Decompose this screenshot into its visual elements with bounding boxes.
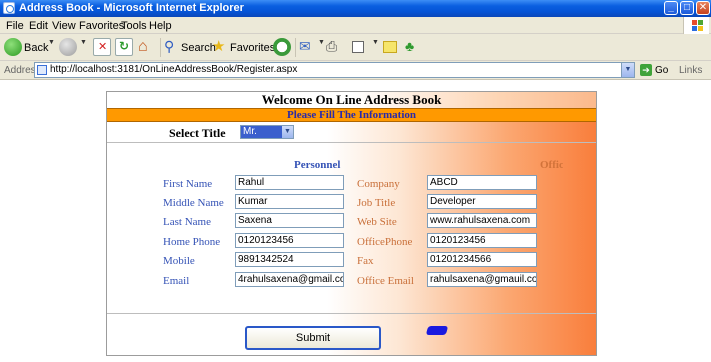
middle-name-field[interactable]: Kumar <box>235 194 344 209</box>
address-url: http://localhost:3181/OnLineAddressBook/… <box>50 64 298 75</box>
page-icon <box>37 65 47 75</box>
email-field[interactable]: 4rahulsaxena@gmail.com <box>235 272 344 287</box>
job-title-field[interactable]: Developer <box>427 194 537 209</box>
edit-button[interactable] <box>350 38 368 58</box>
fax-label: Fax <box>357 255 374 267</box>
first-name-label: First Name <box>163 178 213 190</box>
form-heading: Welcome On Line Address Book <box>107 92 596 108</box>
toolbar: Back ▼ ▼ ✕ ↻ ⌂ ⚲ Search ★ Favorites ✉ ▼ … <box>0 34 711 61</box>
links-button[interactable]: Links <box>679 65 702 76</box>
refresh-arrows-icon: ↻ <box>119 39 130 53</box>
mail-button[interactable]: ✉ <box>299 38 317 58</box>
favorites-label: Favorites <box>230 42 276 54</box>
divider <box>107 313 596 314</box>
toolbar-separator <box>295 38 296 57</box>
search-icon: ⚲ <box>164 38 175 54</box>
submit-button[interactable]: Submit <box>245 326 381 350</box>
menu-favorites[interactable]: Favorites <box>79 20 124 32</box>
toolbar-separator <box>160 38 161 57</box>
edit-page-icon <box>352 41 364 53</box>
back-arrow-icon <box>4 38 22 56</box>
last-name-label: Last Name <box>163 216 211 228</box>
chevron-down-icon[interactable]: ▼ <box>282 126 293 138</box>
menu-file[interactable]: File <box>6 20 24 32</box>
title-bar: Address Book - Microsoft Internet Explor… <box>0 0 711 17</box>
office-phone-field[interactable]: 0120123456 <box>427 233 537 248</box>
fax-field[interactable]: 01201234566 <box>427 252 537 267</box>
stop-x-icon: ✕ <box>98 41 108 53</box>
address-bar: Address http://localhost:3181/OnLineAddr… <box>0 61 711 80</box>
go-arrow-icon[interactable]: ➔ <box>640 64 652 76</box>
office-email-label: Office Email <box>357 275 414 287</box>
close-button[interactable]: ✕ <box>696 1 710 15</box>
favorites-button[interactable]: ★ Favorites <box>212 38 275 58</box>
home-phone-label: Home Phone <box>163 236 221 248</box>
history-icon <box>273 38 291 56</box>
address-input[interactable]: http://localhost:3181/OnLineAddressBook/… <box>34 62 635 78</box>
back-dropdown-icon[interactable]: ▼ <box>48 39 55 46</box>
personnel-heading: Personnel <box>294 159 341 171</box>
print-button[interactable]: ⎙ <box>326 38 344 58</box>
last-name-field[interactable]: Saxena <box>235 213 344 228</box>
title-select-value: Mr. <box>243 126 257 137</box>
forward-arrow-icon <box>59 38 77 56</box>
menu-help[interactable]: Help <box>149 20 172 32</box>
email-label: Email <box>163 275 190 287</box>
title-select[interactable]: Mr. ▼ <box>240 125 294 139</box>
office-email-field[interactable]: rahulsaxena@gmauil.com <box>427 272 537 287</box>
window-title: Address Book - Microsoft Internet Explor… <box>19 2 244 14</box>
search-label: Search <box>181 42 216 54</box>
form-subheading: Please Fill The Information <box>107 108 596 122</box>
blue-mark-icon <box>425 326 449 335</box>
title-row: Select Title Mr. ▼ <box>107 123 596 141</box>
home-phone-field[interactable]: 0120123456 <box>235 233 344 248</box>
stop-button[interactable]: ✕ <box>93 38 111 58</box>
refresh-button[interactable]: ↻ <box>115 38 133 58</box>
menu-tools[interactable]: Tools <box>121 20 147 32</box>
company-field[interactable]: ABCD <box>427 175 537 190</box>
web-site-field[interactable]: www.rahulsaxena.com <box>427 213 537 228</box>
favorites-star-icon: ★ <box>212 38 226 55</box>
windows-logo-icon <box>683 17 709 34</box>
first-name-field[interactable]: Rahul <box>235 175 344 190</box>
messenger-button[interactable]: ♣ <box>404 38 422 58</box>
job-title-label: Job Title <box>357 197 396 209</box>
minimize-button[interactable]: _ <box>664 1 678 15</box>
go-button[interactable]: Go <box>655 65 668 76</box>
office-phone-label: OfficePhone <box>357 236 413 248</box>
messenger-icon: ♣ <box>405 38 415 54</box>
mobile-label: Mobile <box>163 255 195 267</box>
history-button[interactable] <box>273 38 291 58</box>
mail-dropdown-icon[interactable]: ▼ <box>318 39 325 46</box>
menu-view[interactable]: View <box>52 20 76 32</box>
address-dropdown-icon[interactable]: ▼ <box>621 63 634 77</box>
back-button[interactable]: Back <box>4 38 54 58</box>
web-site-label: Web Site <box>357 216 397 228</box>
forward-button[interactable] <box>59 38 79 58</box>
ie-app-icon <box>3 2 15 14</box>
mobile-field[interactable]: 9891342524 <box>235 252 344 267</box>
forward-dropdown-icon[interactable]: ▼ <box>80 39 87 46</box>
home-icon: ⌂ <box>138 38 148 55</box>
select-title-label: Select Title <box>169 126 226 140</box>
menu-bar: File Edit View Favorites Tools Help <box>0 17 711 34</box>
discuss-button[interactable] <box>382 38 400 58</box>
discuss-icon <box>383 41 397 53</box>
edit-dropdown-icon[interactable]: ▼ <box>372 39 379 46</box>
maximize-button[interactable]: □ <box>680 1 694 15</box>
mail-icon: ✉ <box>299 38 311 54</box>
page-content: Welcome On Line Address Book Please Fill… <box>0 80 711 362</box>
back-label: Back <box>24 42 49 54</box>
company-label: Company <box>357 178 400 190</box>
registration-form: Welcome On Line Address Book Please Fill… <box>106 91 597 356</box>
print-icon: ⎙ <box>326 38 338 54</box>
menu-edit[interactable]: Edit <box>29 20 48 32</box>
home-button[interactable]: ⌂ <box>137 38 157 58</box>
middle-name-label: Middle Name <box>163 197 224 209</box>
office-heading: Offici <box>540 159 563 171</box>
divider <box>107 142 596 143</box>
search-button[interactable]: ⚲ Search <box>164 38 216 58</box>
